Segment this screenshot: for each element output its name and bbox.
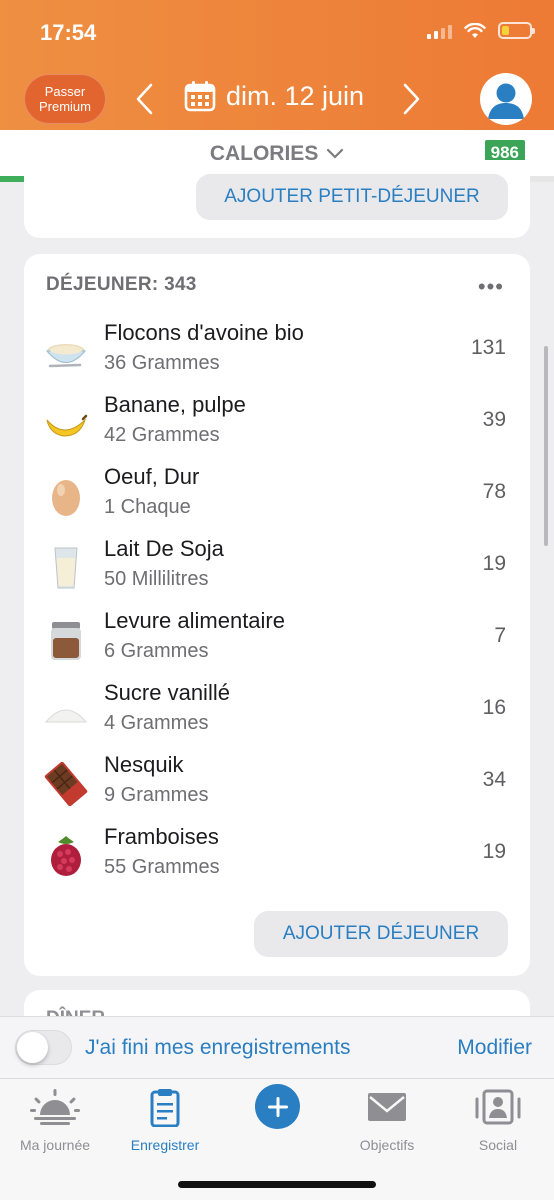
current-date: dim. 12 juin bbox=[226, 80, 365, 111]
food-calories: 16 bbox=[482, 696, 506, 719]
milk-glass-icon bbox=[44, 546, 88, 590]
food-quantity: 4 Grammes bbox=[104, 712, 209, 734]
banana-icon bbox=[44, 402, 88, 446]
finish-logging-label: J'ai fini mes enregistrements bbox=[85, 1036, 351, 1059]
envelope-icon bbox=[368, 1093, 406, 1121]
more-options-icon[interactable]: ••• bbox=[478, 274, 504, 300]
food-quantity: 55 Grammes bbox=[104, 856, 220, 878]
raspberry-icon bbox=[44, 834, 88, 878]
food-row[interactable]: Levure alimentaire 6 Grammes 7 bbox=[24, 604, 530, 676]
calendar-icon bbox=[184, 81, 216, 112]
tab-log[interactable]: Enregistrer bbox=[110, 1087, 220, 1153]
food-calories: 78 bbox=[482, 480, 506, 503]
food-name: Lait De Soja bbox=[104, 536, 224, 561]
date-selector[interactable]: dim. 12 juin bbox=[184, 80, 364, 112]
food-row[interactable]: Nesquik 9 Grammes 34 bbox=[24, 748, 530, 820]
food-row[interactable]: Framboises 55 Grammes 19 bbox=[24, 820, 530, 892]
scrollbar[interactable] bbox=[544, 346, 548, 546]
finish-logging-toggle[interactable] bbox=[15, 1030, 72, 1065]
breakfast-card: AJOUTER PETIT-DÉJEUNER bbox=[24, 160, 530, 238]
chocolate-icon bbox=[44, 761, 88, 807]
toggle-knob bbox=[17, 1032, 48, 1063]
lunch-card: DÉJEUNER: 343 ••• Flocons d'avoine bio 36… bbox=[24, 254, 530, 976]
add-lunch-button[interactable]: AJOUTER DÉJEUNER bbox=[254, 911, 508, 957]
chevron-left-icon[interactable] bbox=[132, 82, 158, 116]
food-name: Sucre vanillé bbox=[104, 680, 230, 705]
premium-line2: Premium bbox=[38, 99, 91, 114]
add-breakfast-button[interactable]: AJOUTER PETIT-DÉJEUNER bbox=[196, 174, 508, 220]
food-calories: 131 bbox=[470, 336, 506, 359]
chevron-right-icon[interactable] bbox=[398, 82, 424, 116]
tab-social[interactable]: Social bbox=[443, 1087, 553, 1153]
profile-avatar[interactable] bbox=[480, 73, 532, 125]
food-quantity: 50 Millilitres bbox=[104, 568, 209, 590]
premium-line1: Passer bbox=[44, 84, 86, 99]
tab-social-label: Social bbox=[478, 1137, 518, 1153]
status-time: 17:54 bbox=[40, 20, 97, 45]
finish-logging-bar: J'ai fini mes enregistrements Modifier bbox=[0, 1016, 554, 1078]
user-icon bbox=[488, 83, 524, 119]
food-name: Levure alimentaire bbox=[104, 608, 285, 633]
chevron-down-icon bbox=[327, 149, 344, 160]
food-calories: 19 bbox=[482, 840, 506, 863]
food-quantity: 6 Grammes bbox=[104, 640, 209, 662]
battery-icon bbox=[498, 22, 535, 39]
food-quantity: 42 Grammes bbox=[104, 424, 220, 446]
tab-goals[interactable]: Objectifs bbox=[332, 1087, 442, 1153]
tab-goals-label: Objectifs bbox=[359, 1137, 415, 1153]
sugar-icon bbox=[44, 690, 88, 734]
add-button[interactable] bbox=[255, 1084, 300, 1129]
status-icons bbox=[427, 22, 535, 39]
upgrade-premium-button[interactable]: Passer Premium bbox=[24, 74, 106, 124]
plus-icon bbox=[267, 1096, 288, 1117]
food-calories: 39 bbox=[482, 408, 506, 431]
lunch-title: DÉJEUNER: 343 bbox=[46, 274, 197, 295]
food-name: Oeuf, Dur bbox=[104, 464, 200, 489]
social-icon bbox=[475, 1089, 521, 1125]
food-name: Flocons d'avoine bio bbox=[104, 320, 304, 345]
egg-icon bbox=[44, 474, 88, 518]
edit-link[interactable]: Modifier bbox=[457, 1036, 532, 1060]
clipboard-icon bbox=[150, 1089, 180, 1127]
signal-icon bbox=[427, 23, 452, 39]
food-row[interactable]: Flocons d'avoine bio 36 Grammes 131 bbox=[24, 316, 530, 388]
oat-bowl-icon bbox=[44, 330, 88, 374]
food-calories: 34 bbox=[482, 768, 506, 791]
food-row[interactable]: Lait De Soja 50 Millilitres 19 bbox=[24, 532, 530, 604]
sunrise-icon bbox=[30, 1089, 80, 1125]
tab-bar: Ma journée Enregistrer Objectifs Social bbox=[0, 1078, 554, 1200]
app-header: 17:54 Passer Premium dim. 12 juin bbox=[0, 0, 554, 130]
food-quantity: 1 Chaque bbox=[104, 496, 191, 518]
food-calories: 19 bbox=[482, 552, 506, 575]
wifi-icon bbox=[464, 22, 486, 38]
food-row[interactable]: Sucre vanillé 4 Grammes 16 bbox=[24, 676, 530, 748]
food-calories: 7 bbox=[494, 624, 506, 647]
food-name: Nesquik bbox=[104, 752, 184, 777]
tab-log-label: Enregistrer bbox=[130, 1137, 200, 1153]
home-indicator bbox=[178, 1181, 376, 1188]
food-name: Framboises bbox=[104, 824, 219, 849]
food-row[interactable]: Banane, pulpe 42 Grammes 39 bbox=[24, 388, 530, 460]
food-quantity: 36 Grammes bbox=[104, 352, 220, 374]
food-quantity: 9 Grammes bbox=[104, 784, 209, 806]
food-row[interactable]: Oeuf, Dur 1 Chaque 78 bbox=[24, 460, 530, 532]
food-name: Banane, pulpe bbox=[104, 392, 246, 417]
tab-my-day-label: Ma journée bbox=[19, 1137, 91, 1153]
tab-my-day[interactable]: Ma journée bbox=[0, 1087, 110, 1153]
jar-icon bbox=[44, 618, 88, 662]
